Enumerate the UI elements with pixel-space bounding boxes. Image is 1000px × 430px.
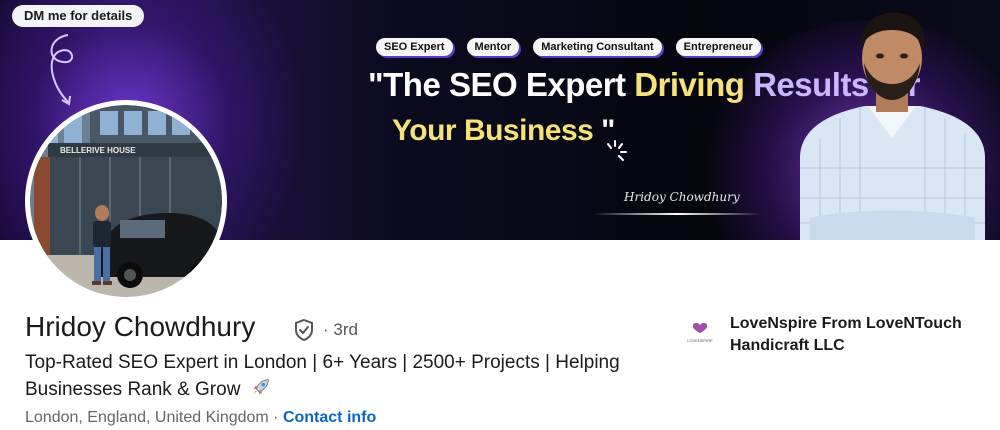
banner-headline-part: Driving [634, 66, 754, 103]
current-company[interactable]: LOVENSPIRE LoveNspire From LoveNTouch Ha… [682, 313, 980, 357]
banner-signature: Hridoy Chowdhury [624, 190, 740, 204]
dm-pill: DM me for details [12, 5, 145, 27]
banner-headline-line2: Your Business " [392, 114, 615, 148]
banner-tag: Entrepreneur [675, 38, 761, 56]
banner-headline-part: "The SEO Expert [368, 66, 635, 103]
banner-tag: Mentor [466, 38, 520, 56]
banner-headline-part: Your Business [392, 114, 594, 147]
banner-tag: Marketing Consultant [533, 38, 662, 56]
profile-location: London, England, United Kingdom · Contac… [25, 409, 376, 427]
connection-degree: · 3rd [323, 320, 358, 339]
company-logo-text: LOVENSPIRE [687, 338, 713, 343]
company-name[interactable]: LoveNspire From LoveNTouch Handicraft LL… [730, 313, 980, 357]
building-sign: BELLERIVE HOUSE [60, 146, 136, 155]
headline-line2: Businesses Rank & Grow [25, 379, 241, 400]
headline-line1: Top-Rated SEO Expert in London | 6+ Year… [25, 352, 620, 373]
signature-underline [592, 213, 762, 215]
banner-tag: SEO Expert [376, 38, 453, 56]
verified-shield-icon[interactable] [292, 318, 316, 342]
banner-tags: SEO Expert Mentor Marketing Consultant E… [376, 38, 761, 56]
company-logo-icon: LOVENSPIRE [682, 315, 718, 351]
company-name-line2: Handicraft LLC [730, 337, 845, 354]
profile-avatar[interactable]: BELLERIVE HOUSE [25, 100, 227, 302]
rocket-icon [253, 379, 269, 395]
avatar-photo: BELLERIVE HOUSE [30, 105, 222, 297]
profile-name: Hridoy Chowdhury [25, 311, 256, 342]
contact-info-link[interactable]: Contact info [283, 409, 376, 426]
location-separator: · [268, 409, 283, 426]
profile-headline: Top-Rated SEO Expert in London | 6+ Year… [25, 350, 665, 403]
company-name-line1: LoveNspire From LoveNTouch [730, 315, 962, 332]
sparkle-icon [607, 140, 627, 161]
swirl-arrow-icon [50, 34, 73, 106]
location-text: London, England, United Kingdom [25, 409, 269, 426]
banner-portrait-image [800, 12, 985, 240]
